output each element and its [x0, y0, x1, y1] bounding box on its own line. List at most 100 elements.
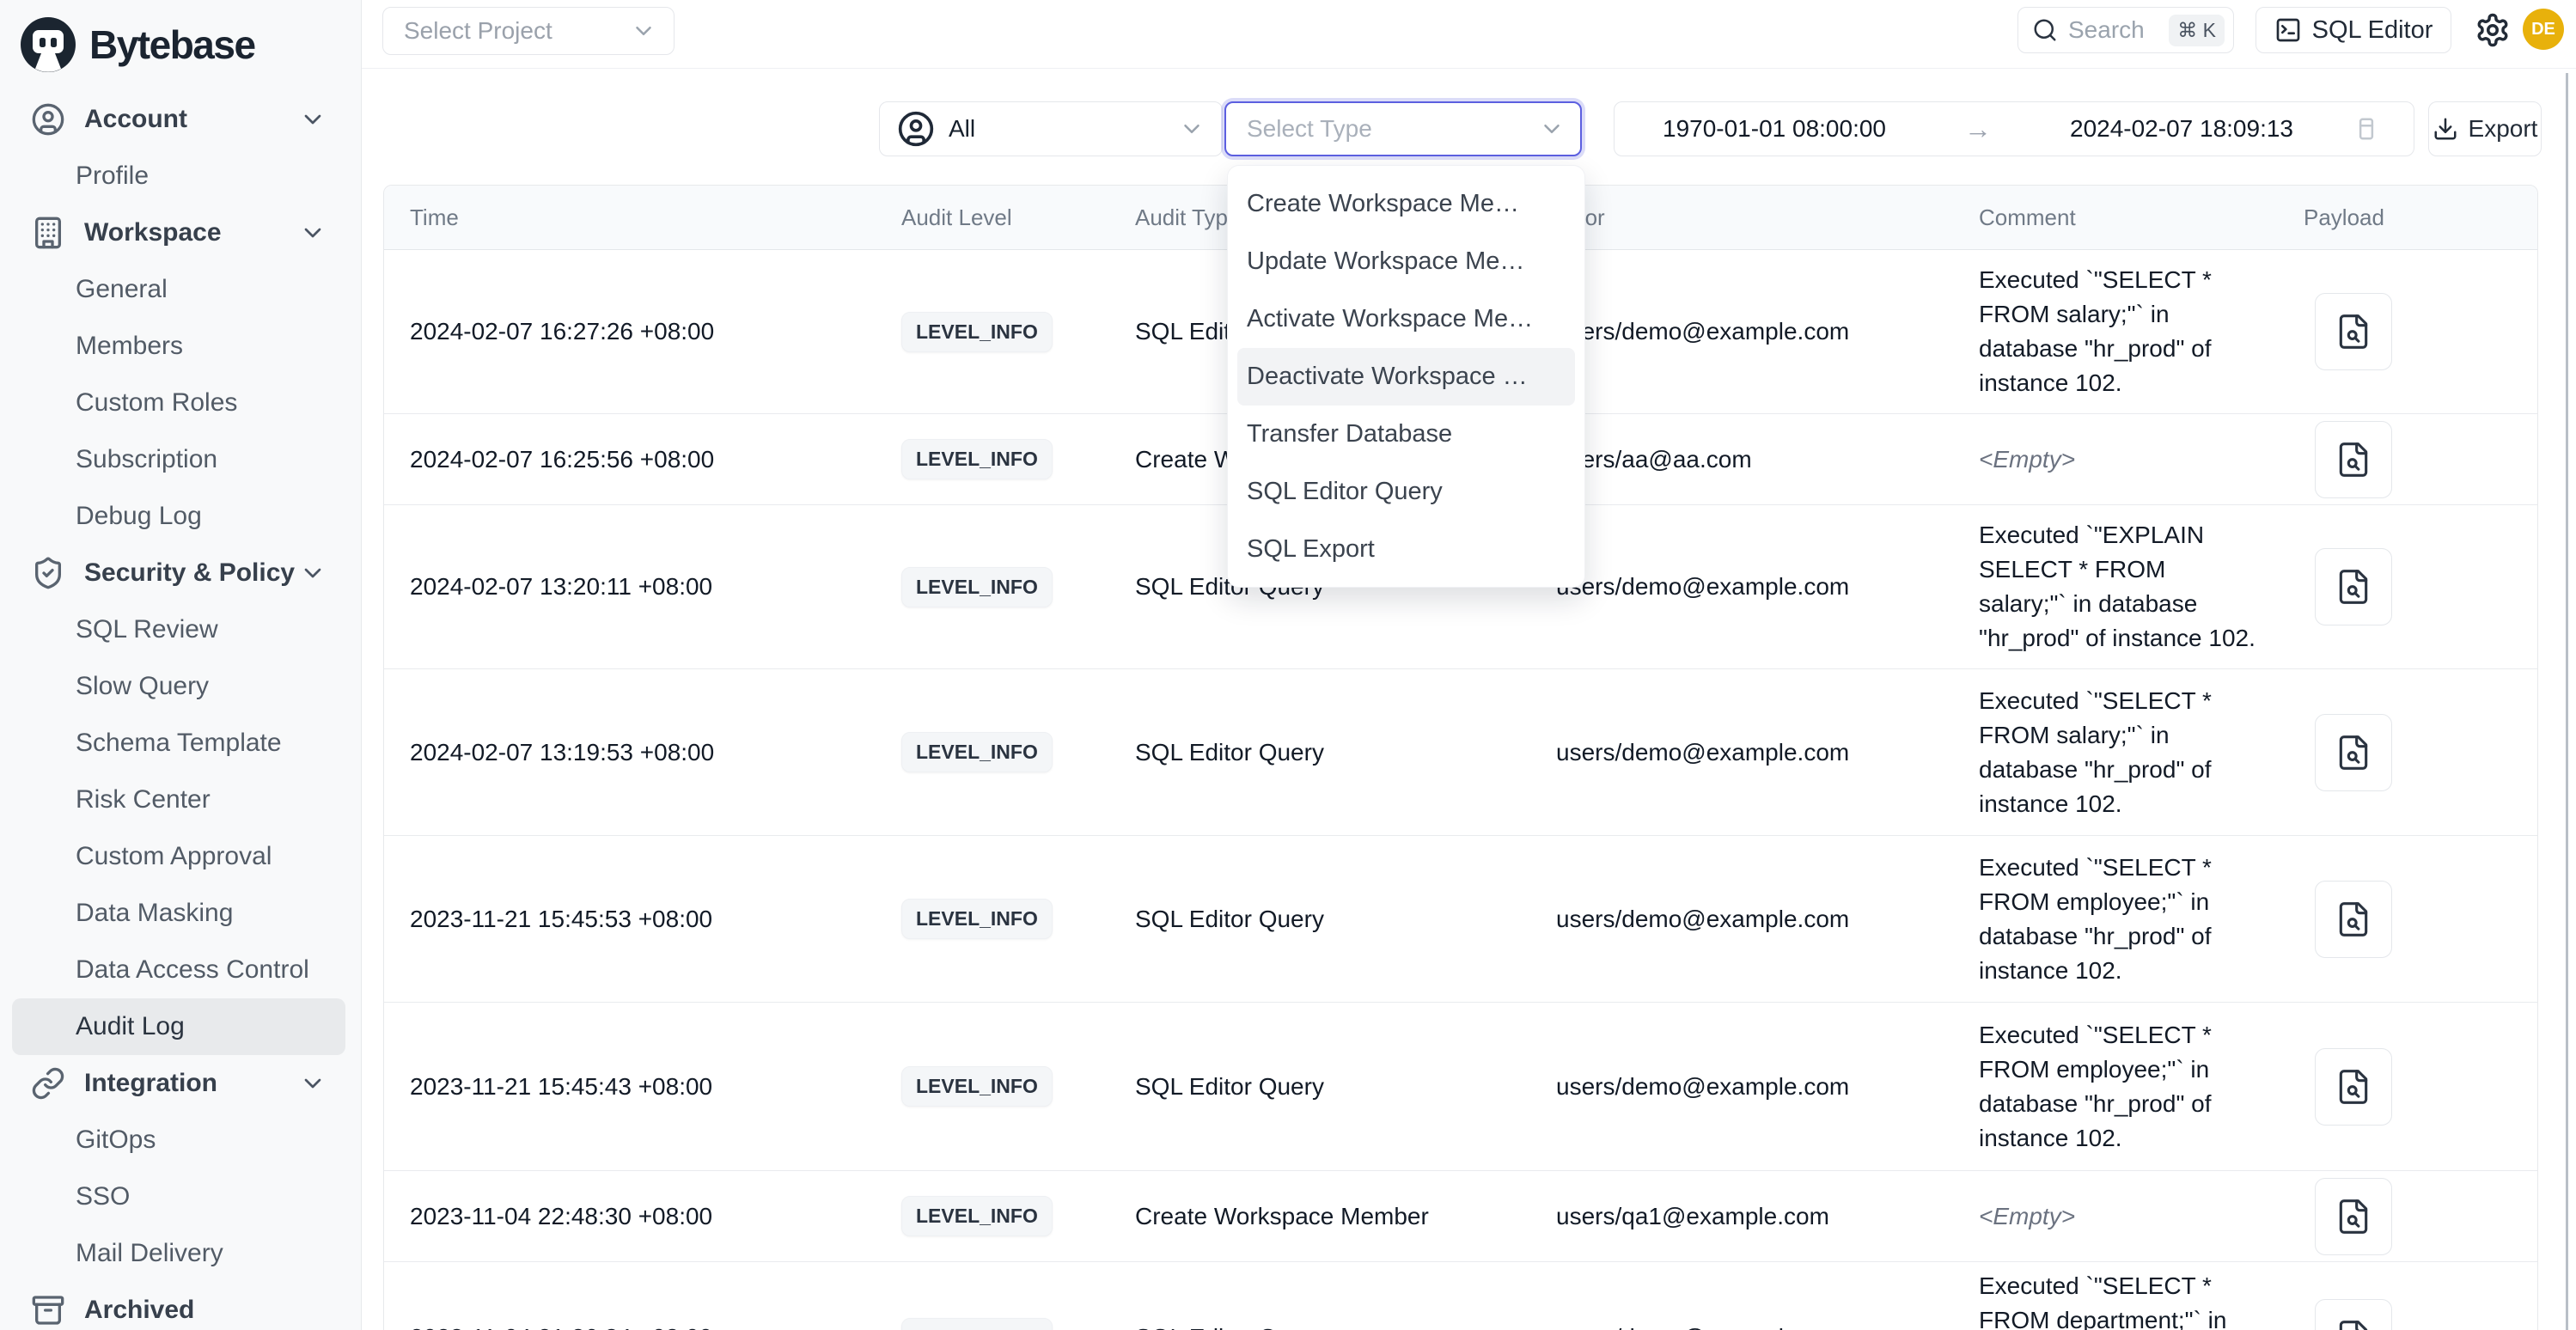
- chevron-down-icon: [1179, 116, 1205, 142]
- payload-view-button[interactable]: [2315, 293, 2392, 370]
- audit-payload-cell: [2286, 1299, 2539, 1330]
- level-badge: LEVEL_INFO: [901, 899, 1053, 939]
- sidebar-group-integration[interactable]: Integration: [0, 1055, 361, 1112]
- type-filter-select[interactable]: Select Type: [1224, 101, 1582, 156]
- sidebar-item-slow-query[interactable]: Slow Query: [0, 658, 361, 715]
- audit-time: 2024-02-07 13:20:11 +08:00: [384, 573, 886, 601]
- audit-actor: users/demo@example.com: [1547, 1073, 1969, 1101]
- sql-editor-button[interactable]: SQL Editor: [2256, 7, 2451, 53]
- sidebar-item-risk-center[interactable]: Risk Center: [0, 772, 361, 828]
- sidebar-item-mail-delivery[interactable]: Mail Delivery: [0, 1225, 361, 1282]
- level-badge: LEVEL_INFO: [901, 1066, 1053, 1107]
- topbar: [362, 0, 2576, 69]
- type-menu-item-sql-editor-query[interactable]: SQL Editor Query: [1228, 463, 1584, 521]
- sidebar-item-data-masking[interactable]: Data Masking: [0, 885, 361, 942]
- payload-view-button[interactable]: [2315, 1299, 2392, 1330]
- sidebar-item-sql-review[interactable]: SQL Review: [0, 601, 361, 658]
- sidebar-group-label: Integration: [84, 1069, 217, 1098]
- sidebar-item-members[interactable]: Members: [0, 318, 361, 375]
- search-input[interactable]: Search ⌘ K: [2017, 7, 2234, 53]
- type-menu-item-activate-workspace-me[interactable]: Activate Workspace Me…: [1228, 290, 1584, 348]
- sidebar-item-custom-roles[interactable]: Custom Roles: [0, 375, 361, 431]
- type-menu-item-create-workspace-me[interactable]: Create Workspace Me…: [1228, 175, 1584, 233]
- audit-time: 2023-11-21 15:45:53 +08:00: [384, 906, 886, 933]
- type-menu-item-deactivate-workspace[interactable]: Deactivate Workspace …: [1237, 348, 1575, 406]
- payload-view-button[interactable]: [2315, 714, 2392, 791]
- sidebar-item-sso[interactable]: SSO: [0, 1168, 361, 1225]
- sidebar-item-data-access-control[interactable]: Data Access Control: [0, 942, 361, 998]
- audit-comment: Executed `"SELECT * FROM department;"` i…: [1969, 1269, 2286, 1330]
- sidebar-item-subscription[interactable]: Subscription: [0, 431, 361, 488]
- sidebar-item-schema-template[interactable]: Schema Template: [0, 715, 361, 772]
- audit-payload-cell: [2286, 1178, 2539, 1255]
- payload-view-button[interactable]: [2315, 1048, 2392, 1126]
- sidebar-item-debug-log[interactable]: Debug Log: [0, 488, 361, 545]
- type-menu-item-update-workspace-me[interactable]: Update Workspace Me…: [1228, 233, 1584, 290]
- audit-comment: Executed `"SELECT * FROM employee;"` in …: [1969, 1018, 2286, 1156]
- column-header-time: Time: [384, 204, 886, 231]
- project-select[interactable]: Select Project: [382, 7, 675, 55]
- date-start: 1970-01-01 08:00:00: [1663, 115, 1886, 143]
- audit-time: 2023-11-21 15:45:43 +08:00: [384, 1073, 886, 1101]
- sql-editor-label: SQL Editor: [2312, 16, 2433, 45]
- actor-filter-value: All: [949, 115, 1179, 143]
- building-icon: [31, 216, 65, 250]
- sidebar-item-audit-log[interactable]: Audit Log: [12, 998, 345, 1055]
- payload-view-button[interactable]: [2315, 548, 2392, 625]
- audit-actor: users/demo@example.com: [1547, 573, 1969, 601]
- audit-type: SQL Editor Query: [1126, 739, 1547, 766]
- payload-view-button[interactable]: [2315, 881, 2392, 958]
- audit-payload-cell: [2286, 548, 2539, 625]
- audit-time: 2024-02-07 13:19:53 +08:00: [384, 739, 886, 766]
- chevron-down-icon: [1539, 116, 1565, 142]
- logo[interactable]: Bytebase: [0, 0, 361, 76]
- file-search-icon: [2335, 900, 2372, 938]
- sidebar-group-security-policy[interactable]: Security & Policy: [0, 545, 361, 601]
- export-button[interactable]: Export: [2428, 101, 2542, 156]
- table-row: 2023-11-04 21:26:34 +08:00LEVEL_INFOSQL …: [384, 1262, 2537, 1330]
- audit-comment: Executed `"SELECT * FROM salary;"` in da…: [1969, 684, 2286, 821]
- table-row: 2024-02-07 13:19:53 +08:00LEVEL_INFOSQL …: [384, 669, 2537, 836]
- actor-filter-select[interactable]: All: [879, 101, 1223, 156]
- comment-text: Executed `"SELECT * FROM employee;"` in …: [1979, 851, 2257, 988]
- audit-level-cell: LEVEL_INFO: [886, 1196, 1126, 1236]
- audit-level-cell: LEVEL_INFO: [886, 312, 1126, 352]
- calendar-icon: [2353, 116, 2379, 142]
- audit-level-cell: LEVEL_INFO: [886, 732, 1126, 772]
- settings-gear-icon[interactable]: [2475, 12, 2511, 48]
- audit-comment: Executed `"SELECT * FROM salary;"` in da…: [1969, 263, 2286, 400]
- sidebar-item-custom-approval[interactable]: Custom Approval: [0, 828, 361, 885]
- user-avatar[interactable]: DE: [2523, 9, 2564, 50]
- audit-comment: Executed `"SELECT * FROM employee;"` in …: [1969, 851, 2286, 988]
- audit-payload-cell: [2286, 293, 2539, 370]
- sidebar-item-profile[interactable]: Profile: [0, 148, 361, 204]
- sidebar-group-account[interactable]: Account: [0, 91, 361, 148]
- file-search-icon: [2335, 1198, 2372, 1235]
- sidebar-item-gitops[interactable]: GitOps: [0, 1112, 361, 1168]
- level-badge: LEVEL_INFO: [901, 439, 1053, 479]
- audit-payload-cell: [2286, 1048, 2539, 1126]
- audit-comment: Executed `"EXPLAIN SELECT * FROM salary;…: [1969, 518, 2286, 656]
- comment-text: Executed `"SELECT * FROM salary;"` in da…: [1979, 684, 2257, 821]
- sidebar-item-general[interactable]: General: [0, 261, 361, 318]
- level-badge: LEVEL_INFO: [901, 567, 1053, 607]
- type-menu-item-sql-export[interactable]: SQL Export: [1228, 521, 1584, 578]
- sidebar-group-archived[interactable]: Archived: [0, 1282, 361, 1330]
- comment-text: <Empty>: [1979, 442, 2257, 477]
- page-scrollbar[interactable]: [2566, 73, 2568, 1330]
- date-range-picker[interactable]: 1970-01-01 08:00:00 → 2024-02-07 18:09:1…: [1614, 101, 2414, 156]
- brand-name: Bytebase: [89, 21, 255, 68]
- audit-actor: users/aa@aa.com: [1547, 446, 1969, 473]
- audit-level-cell: LEVEL_INFO: [886, 1066, 1126, 1107]
- chevron-down-icon: [299, 1070, 327, 1097]
- payload-view-button[interactable]: [2315, 421, 2392, 498]
- audit-level-cell: LEVEL_INFO: [886, 899, 1126, 939]
- sidebar-group-workspace[interactable]: Workspace: [0, 204, 361, 261]
- chevron-down-icon: [631, 18, 656, 44]
- payload-view-button[interactable]: [2315, 1178, 2392, 1255]
- sidebar-group-label: Workspace: [84, 218, 222, 247]
- user-circle-icon: [31, 102, 65, 137]
- type-menu-item-transfer-database[interactable]: Transfer Database: [1228, 406, 1584, 463]
- comment-text: <Empty>: [1979, 1199, 2257, 1234]
- sidebar-group-label: Account: [84, 105, 187, 134]
